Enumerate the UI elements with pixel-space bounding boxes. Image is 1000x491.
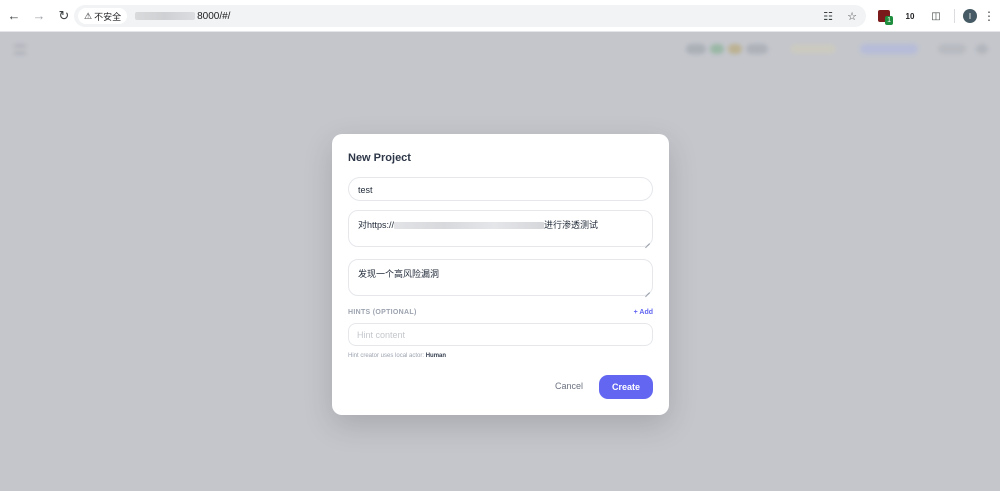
hint-creator-note: Hint creator uses local actor: Human [348,353,447,359]
resize-handle-icon[interactable] [644,287,650,293]
app-topbar [0,33,1000,67]
blurred-chip [790,44,836,54]
cancel-button[interactable]: Cancel [555,381,583,391]
blurred-chip [746,44,768,54]
browser-menu-icon[interactable]: ⋮ [983,9,995,23]
blurred-chip [710,44,724,54]
dialog-title: New Project [348,152,411,164]
bookmark-star-icon[interactable]: ☆ [844,8,860,24]
blurred-chip [976,44,988,54]
url-text: 8000/#/ [197,10,231,22]
blurred-chip [728,44,742,54]
security-label: 不安全 [94,11,122,22]
redacted-host [135,12,196,20]
browser-toolbar: ← → ↻ ⚠ 不安全 8000/#/ ☷ ☆ 1 10 ◫ I ⋮ [0,0,1000,32]
toolbar-divider [954,9,955,23]
project-name-value: test [358,185,373,195]
profile-avatar[interactable]: I [963,9,977,23]
address-bar[interactable]: ⚠ 不安全 8000/#/ ☷ ☆ [74,5,866,27]
extension-badge: 1 [885,16,893,25]
extensions-puzzle-icon[interactable]: ◫ [926,6,946,26]
warning-icon: ⚠ [84,10,93,21]
extension-red-icon[interactable]: 1 [874,6,894,26]
app-title-blurred [34,44,37,56]
blurred-chip [860,44,918,54]
description-textarea[interactable]: 发现一个高风险漏洞 [348,259,653,296]
resize-handle-icon[interactable] [644,238,650,244]
back-icon[interactable]: ← [3,5,25,27]
target-prefix: 对https:// [358,220,395,230]
create-button[interactable]: Create [599,375,653,399]
menu-icon [14,45,26,54]
hint-content-input[interactable] [348,323,653,346]
reload-icon[interactable]: ↻ [53,5,75,27]
description-value: 发现一个高风险漏洞 [358,269,440,279]
target-suffix: 进行渗透测试 [544,220,599,230]
forward-icon[interactable]: → [28,5,50,27]
hints-section-label: HINTS (OPTIONAL) [348,309,417,316]
security-chip[interactable]: ⚠ 不安全 [78,8,128,24]
translate-icon[interactable]: ☷ [820,8,836,24]
new-project-dialog: New Project test 对https:// 进行渗透测试 发现一个高风险… [332,134,669,415]
project-name-input[interactable]: test [348,177,653,201]
hint-actor-name: Human [425,353,447,359]
target-textarea[interactable]: 对https:// 进行渗透测试 [348,210,653,247]
add-hint-button[interactable]: + Add [634,309,653,316]
redacted-url [394,222,545,230]
blurred-chip [938,44,966,54]
blurred-chip [686,44,706,54]
extension-counter-icon[interactable]: 10 [900,6,920,26]
